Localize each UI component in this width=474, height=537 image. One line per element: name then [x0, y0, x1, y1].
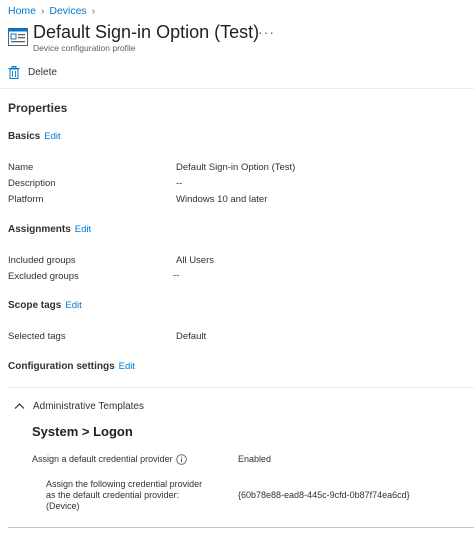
administrative-templates-label: Administrative Templates — [33, 400, 144, 412]
property-value-platform: Windows 10 and later — [176, 194, 268, 205]
chevron-right-icon: › — [41, 5, 45, 17]
more-ellipsis-icon[interactable]: ··· — [258, 24, 275, 40]
property-label-description: Description — [8, 178, 56, 189]
sub-setting-value-credential-provider: {60b78e88-ead8-445c-9cfd-0b87f74ea6cd} — [238, 490, 410, 500]
assignments-section-header: Assignments Edit — [8, 224, 91, 238]
basics-section-header: Basics Edit — [8, 131, 61, 145]
property-value-description: -- — [176, 178, 183, 189]
assignments-edit-link[interactable]: Edit — [75, 224, 91, 235]
scope-tags-edit-link[interactable]: Edit — [65, 300, 81, 311]
trash-icon — [8, 65, 20, 79]
delete-button[interactable]: Delete — [8, 64, 57, 80]
scope-tags-heading: Scope tags — [8, 300, 62, 311]
scope-tags-section-header: Scope tags Edit — [8, 300, 82, 314]
properties-heading: Properties — [8, 101, 68, 115]
configuration-settings-top-divider — [8, 387, 474, 388]
setting-value-default-credential-provider: Enabled — [238, 454, 272, 464]
administrative-templates-toggle[interactable]: Administrative Templates — [14, 399, 144, 413]
property-label-excluded-groups: Excluded groups — [8, 271, 79, 282]
property-label-included-groups: Included groups — [8, 255, 76, 266]
configuration-settings-bottom-divider — [8, 527, 474, 528]
assignments-heading: Assignments — [8, 224, 71, 235]
breadcrumb-devices-link[interactable]: Devices — [49, 5, 86, 17]
configuration-settings-heading: Configuration settings — [8, 361, 115, 372]
setting-label-default-credential-provider: Assign a default credential provider — [32, 454, 173, 464]
sub-setting-label-credential-provider: Assign the following credential provider… — [46, 479, 203, 511]
chevron-right-icon: › — [91, 5, 96, 17]
device-configuration-profile-icon — [8, 28, 28, 46]
toolbar-divider — [0, 88, 474, 89]
property-label-selected-tags: Selected tags — [8, 331, 66, 342]
property-label-platform: Platform — [8, 194, 44, 205]
breadcrumb: Home › Devices › — [8, 4, 100, 18]
configuration-settings-section-header: Configuration settings Edit — [8, 361, 135, 375]
page-subtitle: Device configuration profile — [33, 43, 136, 53]
basics-edit-link[interactable]: Edit — [44, 131, 60, 142]
delete-button-label: Delete — [28, 66, 57, 78]
settings-category-heading: System > Logon — [32, 424, 133, 439]
page-title: Default Sign-in Option (Test) — [33, 22, 260, 42]
property-value-selected-tags: Default — [176, 331, 207, 342]
breadcrumb-home-link[interactable]: Home — [8, 5, 36, 17]
info-icon[interactable] — [176, 454, 187, 465]
property-value-included-groups: All Users — [176, 255, 215, 266]
property-value-name: Default Sign-in Option (Test) — [176, 162, 296, 173]
property-label-name: Name — [8, 162, 34, 173]
basics-heading: Basics — [8, 131, 41, 142]
chevron-up-icon — [14, 403, 25, 409]
property-value-excluded-groups: -- — [173, 270, 180, 281]
configuration-settings-edit-link[interactable]: Edit — [119, 361, 135, 372]
page-header: Default Sign-in Option (Test) ··· Device… — [8, 22, 468, 56]
